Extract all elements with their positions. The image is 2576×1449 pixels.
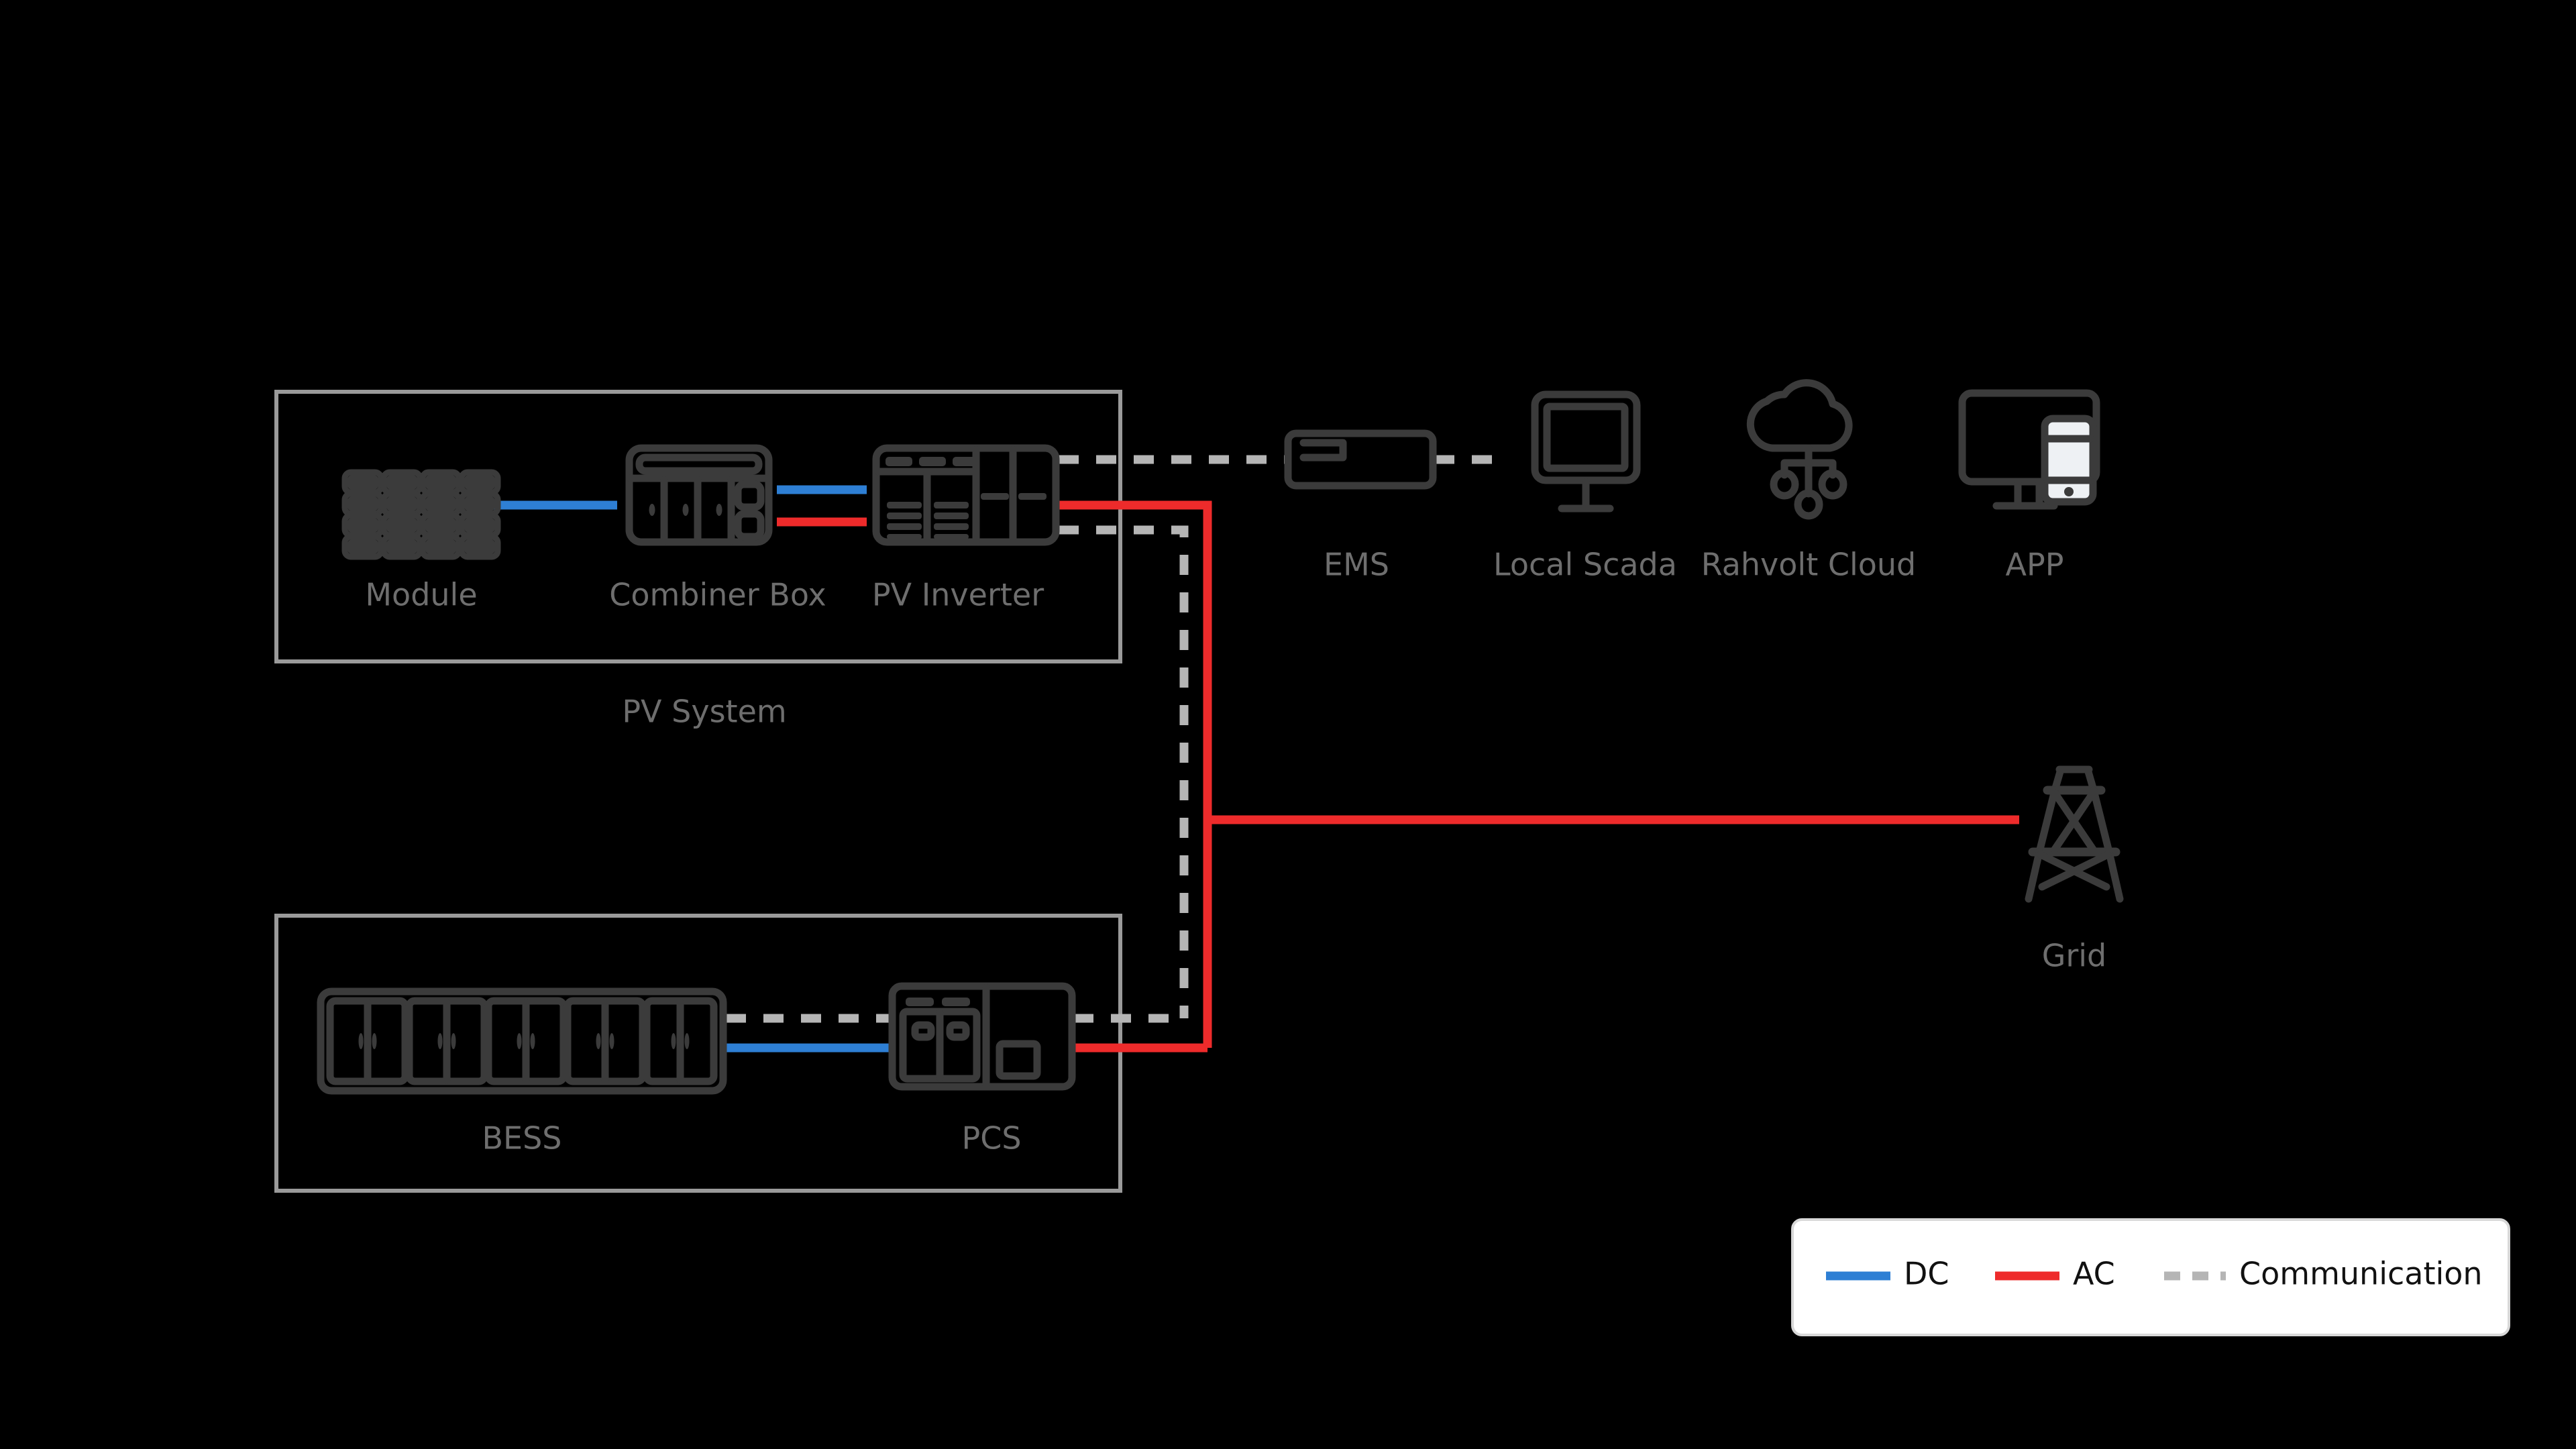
power-tower-icon: [2025, 765, 2124, 903]
node-label-module: Module: [365, 577, 477, 613]
node-label-app: APP: [2006, 547, 2064, 583]
bess-rack-icon: [317, 987, 727, 1095]
legend-label-dc: DC: [1904, 1256, 1949, 1292]
node-label-pcs: PCS: [961, 1120, 1021, 1157]
node-label-grid: Grid: [2042, 938, 2107, 974]
monitor-icon: [1531, 390, 1641, 513]
node-label-local-scada: Local Scada: [1493, 547, 1677, 583]
app-devices-icon: [1958, 389, 2100, 510]
node-label-combiner: Combiner Box: [609, 577, 826, 613]
node-label-pv-inverter: PV Inverter: [872, 577, 1044, 613]
pv-module-icon: [341, 469, 501, 560]
diagram-canvas: Module Combiner Box PV Inverter EMS Loca…: [0, 0, 2576, 1449]
ems-device-icon: [1284, 429, 1437, 490]
legend: DC AC Communication: [1791, 1218, 2510, 1336]
node-label-ems: EMS: [1324, 547, 1389, 583]
group-label-pv-system: PV System: [622, 694, 786, 730]
legend-label-communication: Communication: [2239, 1256, 2483, 1292]
pcs-cabinet-icon: [888, 982, 1076, 1091]
cloud-network-icon: [1746, 379, 1853, 520]
line-inverter-ac-bus: [1059, 500, 1212, 1048]
combiner-box-icon: [625, 444, 773, 546]
node-label-bess: BESS: [482, 1120, 561, 1157]
pv-inverter-icon: [872, 444, 1060, 546]
legend-label-ac: AC: [2073, 1256, 2115, 1292]
node-label-rahvolt-cloud: Rahvolt Cloud: [1701, 547, 1917, 583]
